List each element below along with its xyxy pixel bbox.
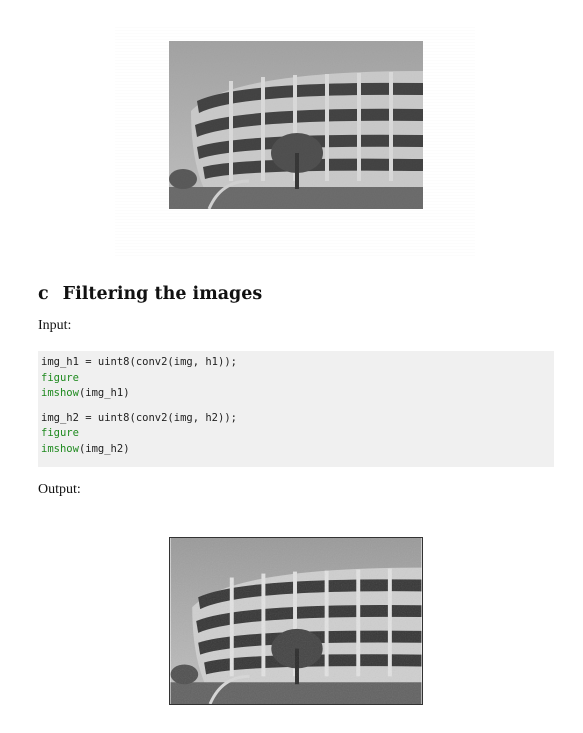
code-line-img-h1: img_h1 = uint8(conv2(img, h1));	[41, 356, 237, 368]
building-photo-top	[169, 41, 423, 209]
section-title: Filtering the images	[62, 284, 263, 304]
imshow-args: (img_h1)	[78, 387, 130, 399]
input-label: Input:	[38, 318, 72, 333]
filtered-image-bottom	[169, 537, 423, 705]
imshow-args: (img_h2)	[78, 442, 130, 455]
code-line-imshow-2: imshow(img_h2)	[41, 442, 551, 458]
imshow-keyword: imshow	[41, 442, 79, 455]
code-line-imshow-1: imshow(img_h1)	[41, 386, 551, 402]
building-photo-bottom	[170, 538, 422, 704]
code-line-figure-1: figure	[41, 371, 79, 384]
section-heading: c Filtering the images	[38, 284, 262, 304]
code-line-img-h2: img_h2 = uint8(conv2(img, h2));	[41, 411, 237, 424]
imshow-keyword: imshow	[41, 387, 79, 399]
section-number: c	[38, 284, 49, 304]
code-block: img_h1 = uint8(conv2(img, h1)); figure i…	[38, 351, 554, 467]
code-line-figure-2: figure	[41, 427, 79, 439]
output-label: Output:	[38, 482, 81, 497]
filtered-image-top	[169, 41, 423, 209]
